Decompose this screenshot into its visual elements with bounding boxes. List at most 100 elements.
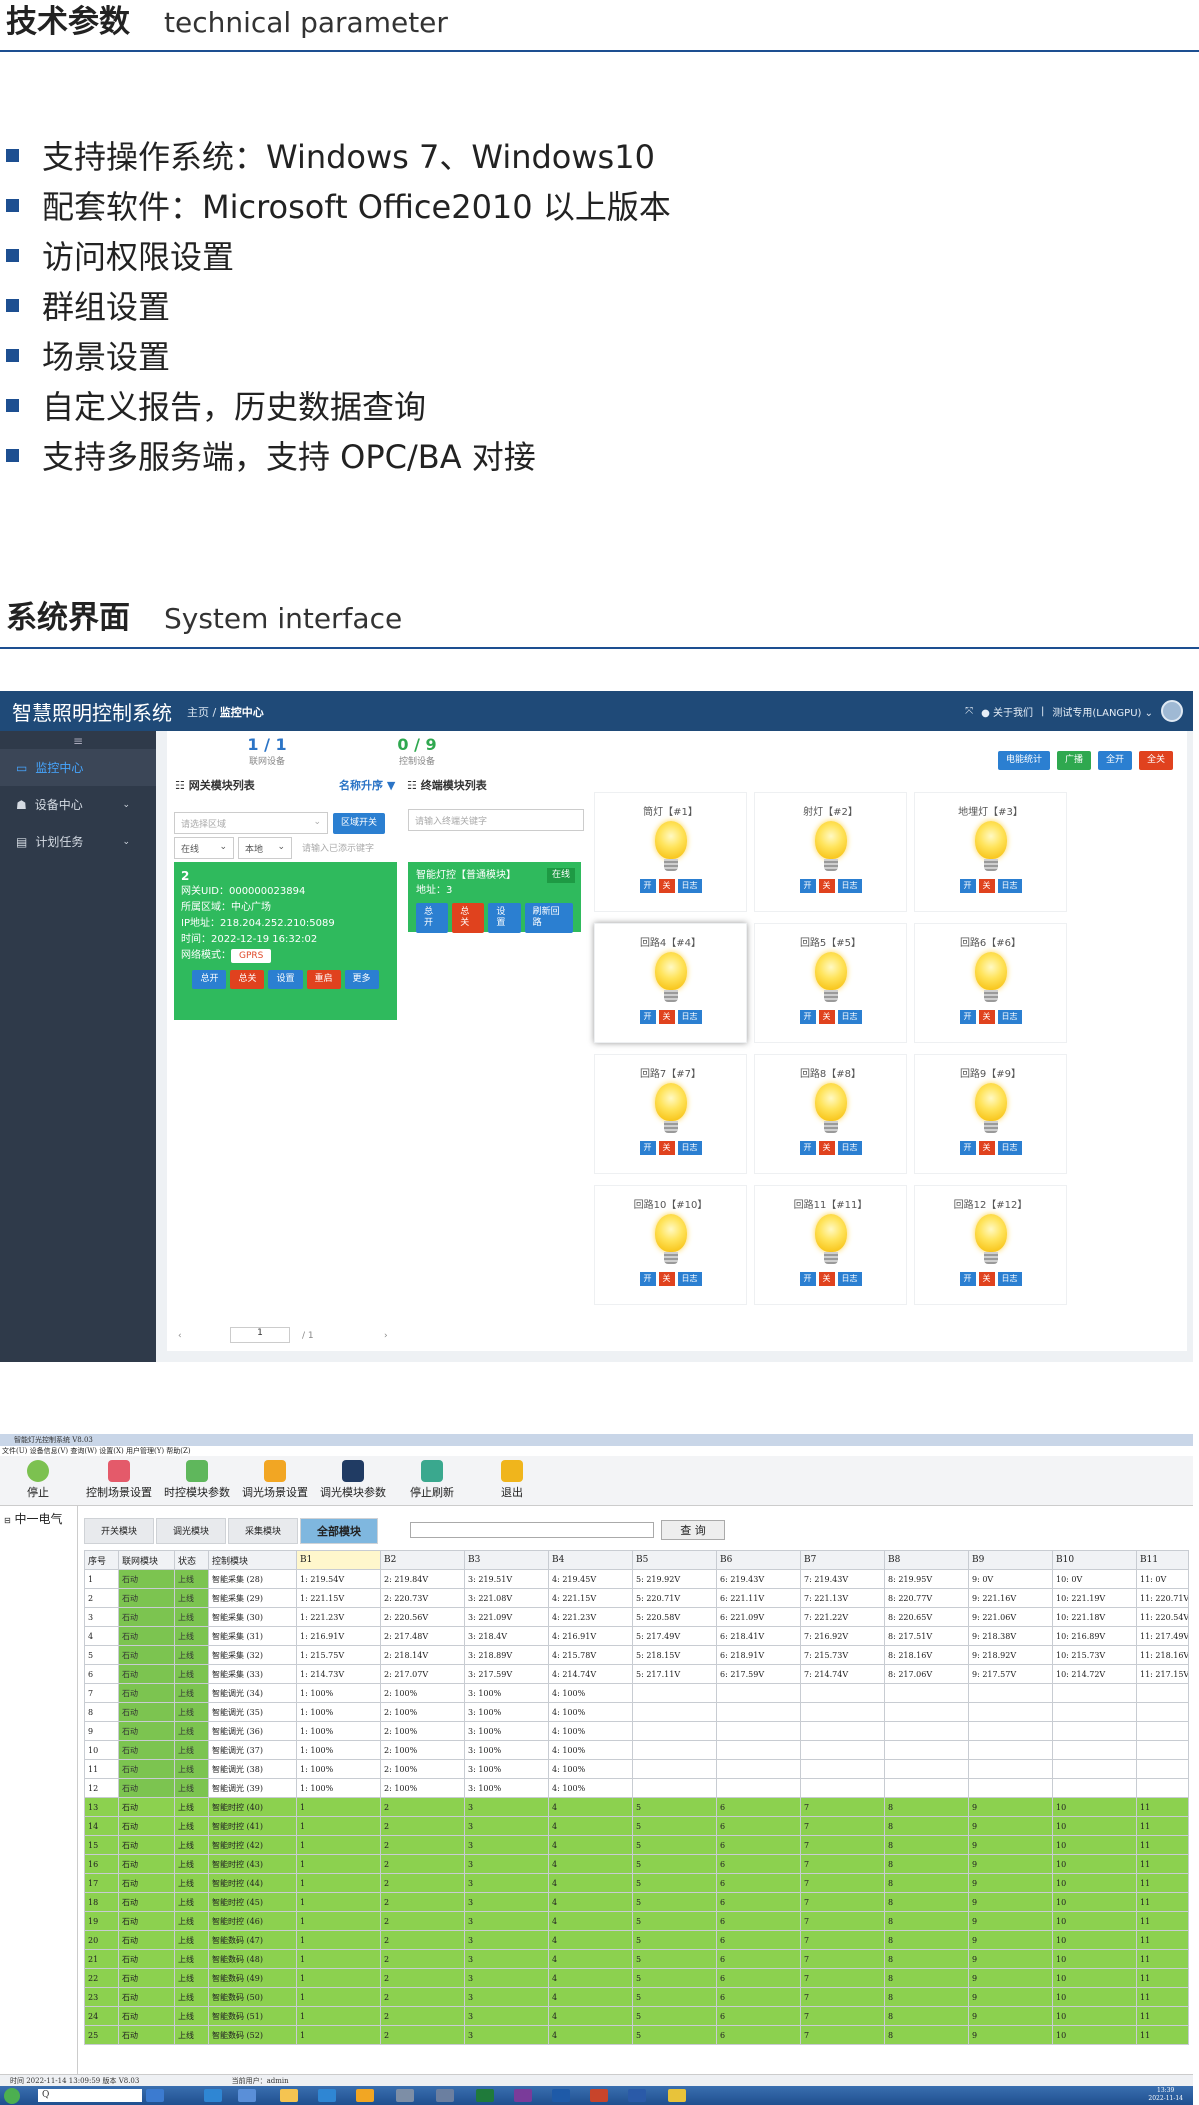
table-row[interactable]: 17 石动 上线 智能时控 (44) 1 2 3 4 5 6 7 8 9 10 11 [84, 1873, 1189, 1893]
table-row[interactable]: 2 石动 上线 智能采集 (29) 1: 221.15V 2: 220.73V 3: 221… [84, 1588, 1189, 1608]
terminal-off-button[interactable]: 总关 [452, 903, 485, 933]
sort-toggle[interactable]: 名称升序 ▼ [339, 777, 395, 793]
gateway-off-button[interactable]: 总关 [230, 970, 265, 989]
table-row[interactable]: 3 石动 上线 智能采集 (30) 1: 221.23V 2: 220.56V 3: 221… [84, 1607, 1189, 1627]
energy-stats-button[interactable]: 电能统计 [997, 751, 1050, 770]
lamp-card[interactable]: 射灯【#2】开关日志 [754, 792, 907, 912]
lamp-log-button[interactable]: 日志 [677, 1141, 702, 1155]
sidebar-item-tasks[interactable]: ▤ 计划任务 ⌄ [0, 823, 156, 860]
tab-collect-modules[interactable]: 采集模块 [228, 1518, 299, 1544]
lamp-off-button[interactable]: 关 [818, 1141, 835, 1155]
lamp-card[interactable]: 筒灯【#1】开关日志 [594, 792, 747, 912]
lamp-off-button[interactable]: 关 [658, 1141, 675, 1155]
lamp-on-button[interactable]: 开 [959, 1272, 976, 1286]
lamp-log-button[interactable]: 日志 [997, 1141, 1022, 1155]
lamp-log-button[interactable]: 日志 [677, 1272, 702, 1286]
dimming-scene-button[interactable]: 调光场景设置 [236, 1460, 314, 1500]
column-header[interactable]: B6 [716, 1550, 801, 1570]
table-row[interactable]: 15 石动 上线 智能时控 (42) 1 2 3 4 5 6 7 8 9 10 11 [84, 1835, 1189, 1855]
terminal-settings-button[interactable]: 设置 [488, 903, 521, 933]
lamp-on-button[interactable]: 开 [799, 1010, 816, 1024]
sidebar-item-monitor[interactable]: ▭ 监控中心 [0, 749, 156, 786]
table-row[interactable]: 4 石动 上线 智能采集 (31) 1: 216.91V 2: 217.48V 3: 218… [84, 1626, 1189, 1646]
stop-refresh-button[interactable]: 停止刷新 [404, 1460, 460, 1500]
table-row[interactable]: 24 石动 上线 智能数码 (51) 1 2 3 4 5 6 7 8 9 10 11 [84, 2006, 1189, 2026]
gateway-restart-button[interactable]: 重启 [306, 970, 341, 989]
gateway-settings-button[interactable]: 设置 [268, 970, 303, 989]
lamp-off-button[interactable]: 关 [818, 1010, 835, 1024]
column-header[interactable]: B8 [884, 1550, 969, 1570]
table-row[interactable]: 12 石动 上线 智能调光 (39) 1: 100% 2: 100% 3: 100% 4: 1… [84, 1778, 1189, 1798]
column-header[interactable]: B2 [380, 1550, 465, 1570]
area-switch-button[interactable]: 区域开关 [333, 813, 386, 834]
column-header[interactable]: B10 [1052, 1550, 1137, 1570]
status-select[interactable]: 在线 ⌄ [174, 837, 234, 859]
lighting-app-icon[interactable] [668, 2089, 686, 2102]
lamp-on-button[interactable]: 开 [639, 1010, 656, 1024]
menu-file[interactable]: 文件(U) [2, 1447, 27, 1455]
gateway-more-button[interactable]: 更多 [344, 970, 379, 989]
lamp-card[interactable]: 回路7【#7】开关日志 [594, 1054, 747, 1174]
table-row[interactable]: 16 石动 上线 智能时控 (43) 1 2 3 4 5 6 7 8 9 10 11 [84, 1854, 1189, 1874]
column-header[interactable]: B5 [632, 1550, 717, 1570]
table-row[interactable]: 11 石动 上线 智能调光 (38) 1: 100% 2: 100% 3: 100% 4: 1… [84, 1759, 1189, 1779]
lamp-off-button[interactable]: 关 [978, 1272, 995, 1286]
table-row[interactable]: 7 石动 上线 智能调光 (34) 1: 100% 2: 100% 3: 100% 4: 10… [84, 1683, 1189, 1703]
lamp-card[interactable]: 回路11【#11】开关日志 [754, 1185, 907, 1305]
column-header[interactable]: B4 [548, 1550, 633, 1570]
terminal-on-button[interactable]: 总开 [416, 903, 449, 933]
lamp-on-button[interactable]: 开 [959, 1141, 976, 1155]
exit-button[interactable]: 退出 [488, 1460, 536, 1500]
user-menu[interactable]: 测试专用(LANGPU) ⌄ [1052, 704, 1153, 719]
taskbar-app-icon[interactable] [356, 2089, 374, 2102]
lamp-off-button[interactable]: 关 [658, 879, 675, 893]
column-header[interactable]: B1 [296, 1550, 381, 1570]
lamp-on-button[interactable]: 开 [799, 879, 816, 893]
table-row[interactable]: 1 石动 上线 智能采集 (28) 1: 219.54V 2: 219.84V 3: 219… [84, 1569, 1189, 1589]
lamp-off-button[interactable]: 关 [818, 1272, 835, 1286]
lamp-log-button[interactable]: 日志 [837, 1141, 862, 1155]
page-input[interactable]: 1 [230, 1327, 290, 1343]
terminal-card[interactable]: 在线 智能灯控【普通模块】 地址：3 总开 总关 设置 刷新回路 [408, 862, 581, 933]
table-row[interactable]: 13 石动 上线 智能时控 (40) 1 2 3 4 5 6 7 8 9 10 11 [84, 1797, 1189, 1817]
column-header[interactable]: 状态 [174, 1550, 209, 1570]
lamp-on-button[interactable]: 开 [959, 1010, 976, 1024]
lamp-log-button[interactable]: 日志 [997, 879, 1022, 893]
menu-toggle-icon[interactable]: ≡ [0, 733, 156, 749]
sidebar-item-devices[interactable]: ☗ 设备中心 ⌄ [0, 786, 156, 823]
dimming-params-button[interactable]: 调光模块参数 [314, 1460, 392, 1500]
lamp-log-button[interactable]: 日志 [837, 1010, 862, 1024]
word-icon[interactable] [628, 2089, 646, 2102]
folder-icon[interactable] [280, 2089, 298, 2102]
gateway-search-input[interactable]: 请输入已添示键字 [296, 837, 397, 859]
taskbar-app-icon[interactable] [436, 2089, 454, 2102]
terminal-search-input[interactable]: 请输入终端关键字 [408, 809, 584, 831]
lamp-card[interactable]: 地埋灯【#3】开关日志 [914, 792, 1067, 912]
taskbar-app-icon[interactable] [238, 2089, 256, 2102]
menu-query[interactable]: 查询(W) [70, 1447, 97, 1455]
browser-icon[interactable] [318, 2089, 336, 2102]
table-row[interactable]: 5 石动 上线 智能采集 (32) 1: 215.75V 2: 218.14V 3: 218… [84, 1645, 1189, 1665]
gateway-on-button[interactable]: 总开 [192, 970, 227, 989]
column-header[interactable]: 控制模块 [208, 1550, 297, 1570]
excel-icon[interactable] [476, 2089, 494, 2102]
lamp-on-button[interactable]: 开 [639, 879, 656, 893]
browser-icon[interactable] [204, 2089, 222, 2102]
menu-help[interactable]: 帮助(Z) [166, 1447, 190, 1455]
table-row[interactable]: 10 石动 上线 智能调光 (37) 1: 100% 2: 100% 3: 100% 4: 1… [84, 1740, 1189, 1760]
tab-switch-modules[interactable]: 开关模块 [84, 1518, 155, 1544]
menu-users[interactable]: 用户管理(Y) [126, 1447, 164, 1455]
column-header[interactable]: B3 [464, 1550, 549, 1570]
broadcast-button[interactable]: 广播 [1056, 751, 1091, 770]
area-select[interactable]: 请选择区域 ⌄ [174, 812, 328, 834]
about-link[interactable]: ● 关于我们 [981, 704, 1033, 719]
lamp-log-button[interactable]: 日志 [997, 1010, 1022, 1024]
lamp-off-button[interactable]: 关 [978, 879, 995, 893]
lamp-card[interactable]: 回路5【#5】开关日志 [754, 923, 907, 1043]
onenote-icon[interactable] [514, 2089, 532, 2102]
query-input[interactable] [410, 1522, 654, 1538]
column-header[interactable]: B9 [968, 1550, 1053, 1570]
outlook-icon[interactable] [552, 2089, 570, 2102]
lamp-on-button[interactable]: 开 [799, 1141, 816, 1155]
control-scene-button[interactable]: 控制场景设置 [80, 1460, 158, 1500]
